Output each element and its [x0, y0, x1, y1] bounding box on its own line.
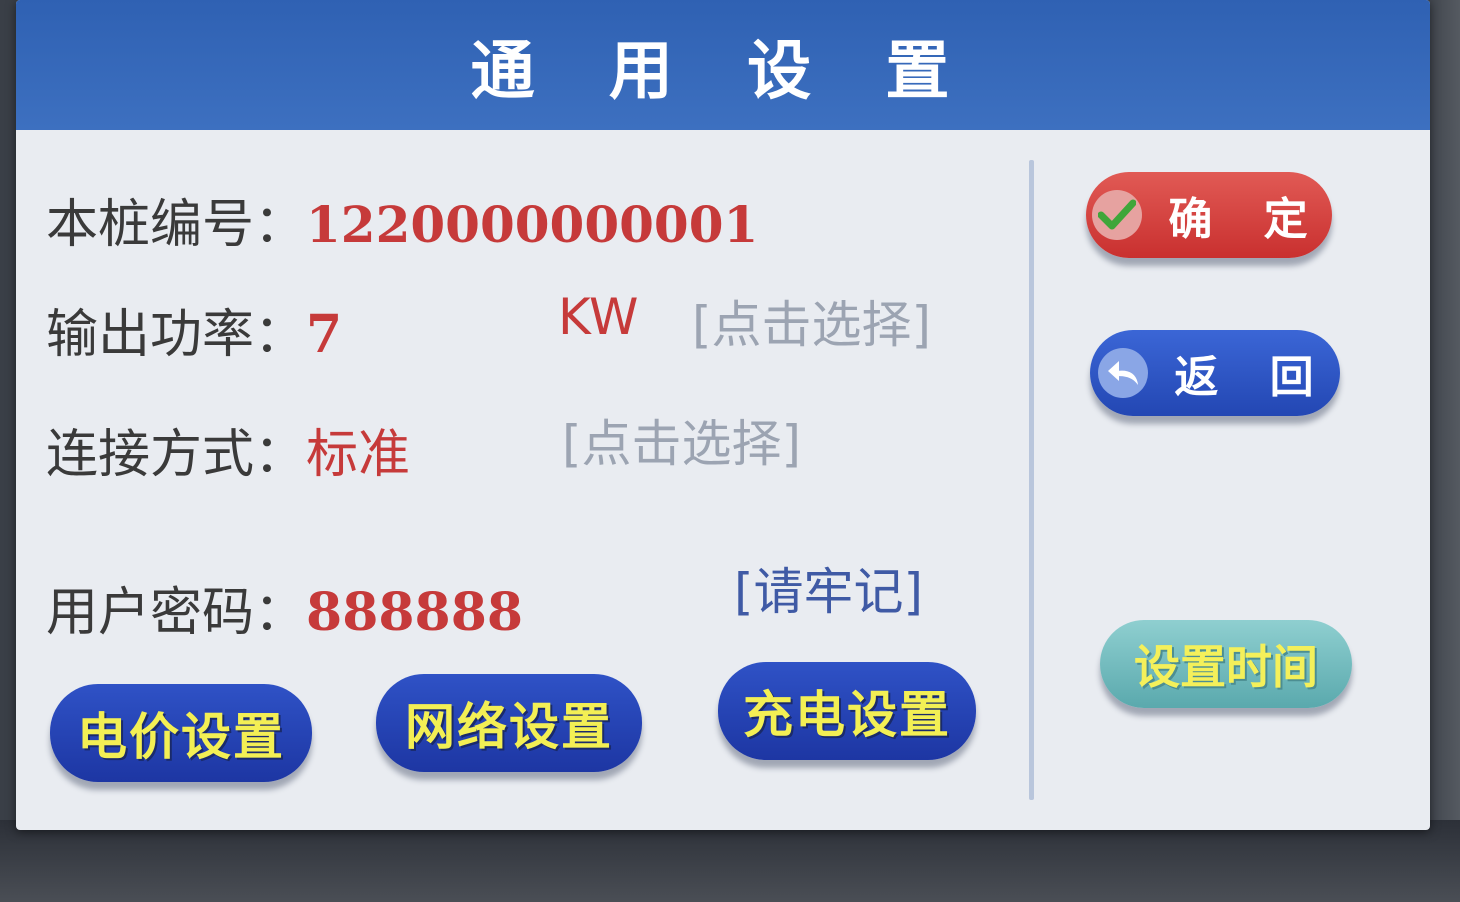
charging-settings-button-label: 充电设置 [743, 686, 951, 744]
output-power-unit: KW [558, 288, 639, 346]
price-settings-button[interactable]: 电价设置 [50, 684, 312, 782]
connection-label: 连接方式： [46, 425, 307, 485]
password-label: 用户密码： [46, 583, 307, 643]
connection-select-link[interactable]: [点击选择] [562, 404, 801, 476]
password-row: 用户密码：888888 [46, 570, 523, 645]
confirm-button[interactable]: 确 定 [1086, 172, 1332, 258]
password-remember-note: [请牢记] [734, 563, 924, 621]
title-bar: 通 用 设 置 [16, 0, 1430, 130]
output-power-value[interactable]: 7 [306, 304, 342, 365]
back-arrow-icon [1098, 348, 1149, 398]
touch-screen: 通 用 设 置 本桩编号：1220000000001 输出功率：7 KW [点击… [16, 0, 1430, 830]
network-settings-button[interactable]: 网络设置 [376, 674, 642, 772]
connection-row: 连接方式：标准 [46, 412, 410, 487]
device-bezel-bottom [0, 820, 1460, 902]
set-time-button[interactable]: 设置时间 [1100, 620, 1352, 708]
output-power-row: 输出功率：7 [46, 292, 342, 367]
network-settings-button-label: 网络设置 [405, 698, 613, 756]
page-title: 通 用 设 置 [470, 35, 976, 109]
back-button-label: 返 回 [1174, 352, 1332, 403]
pile-id-row: 本桩编号：1220000000001 [46, 182, 758, 257]
charging-settings-button[interactable]: 充电设置 [718, 662, 976, 760]
output-power-label: 输出功率： [46, 305, 307, 365]
connection-value[interactable]: 标准 [306, 425, 410, 485]
panel-divider [1029, 160, 1034, 800]
pile-id-label: 本桩编号： [46, 195, 307, 255]
confirm-button-label: 确 定 [1168, 194, 1326, 245]
price-settings-button-label: 电价设置 [77, 708, 285, 766]
password-value[interactable]: 888888 [306, 582, 523, 643]
back-button[interactable]: 返 回 [1090, 330, 1340, 416]
set-time-button-label: 设置时间 [1134, 640, 1318, 694]
pile-id-value: 1220000000001 [306, 195, 759, 254]
checkmark-icon [1092, 190, 1143, 240]
output-power-select-link[interactable]: [点击选择] [692, 285, 931, 357]
